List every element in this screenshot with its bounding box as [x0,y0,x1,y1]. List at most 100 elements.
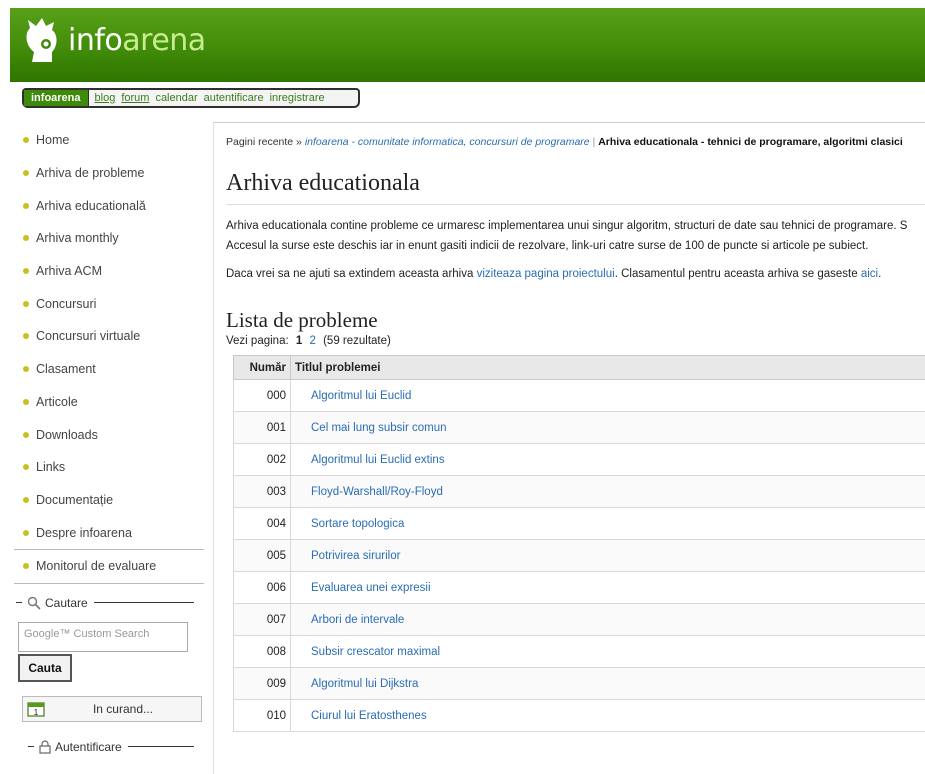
nav-blog[interactable]: blog [95,92,116,104]
pager-page-2[interactable]: 2 [309,335,315,347]
sidebar-item-downloads[interactable]: Downloads [14,418,204,451]
column-header-number[interactable]: Număr [233,355,291,380]
problem-link[interactable]: Arbori de intervale [311,614,404,626]
row-number: 001 [233,411,291,444]
row-number: 009 [233,667,291,700]
search-input[interactable]: Google™ Custom Search [18,621,188,652]
nav-inregistrare[interactable]: inregistrare [270,92,325,104]
table-row: 002 Algoritmul lui Euclid extins [233,443,925,476]
lock-icon [39,740,51,754]
problem-link[interactable]: Evaluarea unei expresii [311,582,431,594]
magnifier-icon [27,596,41,610]
intro-paragraph: Arhiva educationala contine probleme ce … [226,220,908,252]
row-title-cell: Algoritmul lui Euclid [290,379,925,412]
svg-text:1: 1 [34,708,39,717]
bullet-icon [23,398,29,405]
sidebar-divider [14,582,204,584]
row-number: 006 [233,571,291,604]
problems-table: Număr Titlul problemei 000 Algoritmul lui… [233,355,925,732]
bullet-icon [23,529,29,536]
bullet-icon [23,202,29,209]
row-title-cell: Floyd-Warshall/Roy-Floyd [290,475,925,508]
row-title-cell: Subsir crescator maximal [290,635,925,668]
column-header-title[interactable]: Titlul problemei [290,355,925,380]
table-row: 005 Potrivirea sirurilor [233,539,925,572]
problem-link[interactable]: Sortare topologica [311,518,404,530]
search-button[interactable]: Cauta [18,653,72,682]
bullet-icon [23,366,29,373]
nav-infoarena[interactable]: infoarena [24,90,89,106]
problem-link[interactable]: Cel mai lung subsir comun [311,422,447,434]
help-paragraph: Daca vrei sa ne ajuti sa extindem aceast… [226,268,882,280]
logo-wordmark: infoarena [68,22,206,58]
bullet-icon [23,431,29,438]
row-title-cell: Arbori de intervale [290,603,925,636]
row-number: 003 [233,475,291,508]
table-row: 000 Algoritmul lui Euclid [233,379,925,412]
search-legend: Cautare [14,592,204,614]
sidebar-item-concursuri[interactable]: Concursuri [14,287,204,320]
ranking-link[interactable]: aici [861,268,878,280]
row-title-cell: Cel mai lung subsir comun [290,411,925,444]
sidebar-item-arhiva-monthly[interactable]: Arhiva monthly [14,222,204,255]
pager-current: 1 [295,335,303,347]
bullet-icon [23,563,29,570]
title-divider [226,204,925,205]
problem-link[interactable]: Potrivirea sirurilor [311,550,400,562]
logo-helmet-icon [22,16,62,64]
project-page-link[interactable]: viziteaza pagina proiectului [477,268,615,280]
table-row: 006 Evaluarea unei expresii [233,571,925,604]
row-number: 007 [233,603,291,636]
bullet-icon [23,268,29,275]
sidebar-item-documentatie[interactable]: Documentație [14,484,204,517]
coming-soon-box[interactable]: 1 In curand... [22,695,202,722]
sidebar-item-concursuri-virtuale[interactable]: Concursuri virtuale [14,320,204,353]
table-row: 010 Ciurul lui Eratosthenes [233,699,925,732]
row-number: 005 [233,539,291,572]
sidebar-item-monitor[interactable]: Monitorul de evaluare [14,550,204,583]
problem-link[interactable]: Ciurul lui Eratosthenes [311,710,427,722]
row-number: 008 [233,635,291,668]
problem-link[interactable]: Algoritmul lui Euclid [311,390,411,402]
calendar-icon: 1 [27,702,45,717]
row-title-cell: Evaluarea unei expresii [290,571,925,604]
bullet-icon [23,170,29,177]
sidebar-item-arhiva-probleme[interactable]: Arhiva de probleme [14,157,204,190]
table-row: 001 Cel mai lung subsir comun [233,411,925,444]
row-title-cell: Ciurul lui Eratosthenes [290,699,925,732]
row-title-cell: Sortare topologica [290,507,925,540]
sidebar-item-articole[interactable]: Articole [14,386,204,419]
row-number: 004 [233,507,291,540]
problem-link[interactable]: Algoritmul lui Euclid extins [311,454,445,466]
sidebar-item-links[interactable]: Links [14,451,204,484]
bullet-icon [23,235,29,242]
table-header-row: Număr Titlul problemei [233,355,925,380]
row-title-cell: Algoritmul lui Euclid extins [290,443,925,476]
table-row: 004 Sortare topologica [233,507,925,540]
sidebar-item-arhiva-acm[interactable]: Arhiva ACM [14,255,204,288]
sidebar-item-home[interactable]: Home [14,124,204,157]
sidebar: Home Arhiva de probleme Arhiva education… [14,124,204,758]
breadcrumb-link-home[interactable]: infoarena - comunitate informatica, conc… [305,136,590,148]
problem-link[interactable]: Algoritmul lui Dijkstra [311,678,418,690]
nav-calendar[interactable]: calendar [155,92,197,104]
problem-link[interactable]: Floyd-Warshall/Roy-Floyd [311,486,443,498]
top-nav: infoarena blog forum calendar autentific… [22,88,360,108]
sidebar-item-clasament[interactable]: Clasament [14,353,204,386]
bullet-icon [23,333,29,340]
row-title-cell: Potrivirea sirurilor [290,539,925,572]
pager: Vezi pagina: 1 2 (59 rezultate) [226,335,391,347]
sidebar-item-despre[interactable]: Despre infoarena [14,516,204,549]
problem-link[interactable]: Subsir crescator maximal [311,646,440,658]
table-row: 008 Subsir crescator maximal [233,635,925,668]
breadcrumb-current: Arhiva educationala - tehnici de program… [598,136,903,148]
nav-autentificare[interactable]: autentificare [204,92,264,104]
breadcrumb: Pagini recente » infoarena - comunitate … [226,136,903,148]
sidebar-item-arhiva-educationala[interactable]: Arhiva educatională [14,189,204,222]
table-row: 009 Algoritmul lui Dijkstra [233,667,925,700]
site-header: infoarena [10,8,925,82]
nav-forum[interactable]: forum [121,92,149,104]
row-number: 010 [233,699,291,732]
table-row: 003 Floyd-Warshall/Roy-Floyd [233,475,925,508]
site-logo[interactable]: infoarena [22,14,206,66]
